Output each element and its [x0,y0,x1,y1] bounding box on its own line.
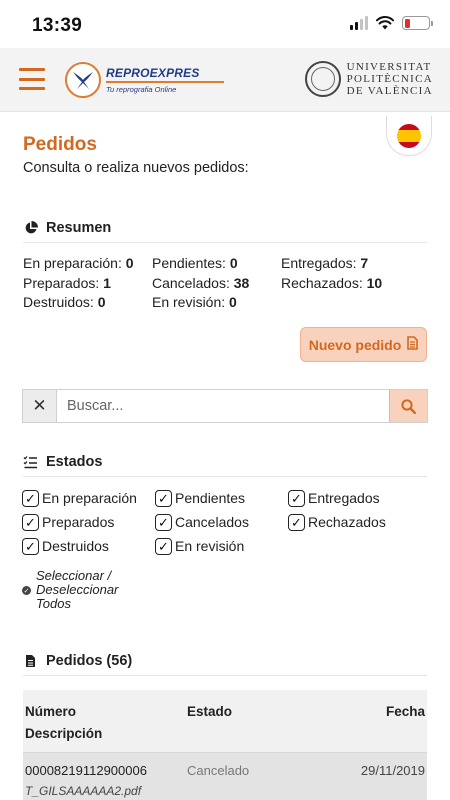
state-checkbox-rechazados[interactable]: ✓ Rechazados [288,513,428,531]
checkbox-checked-icon: ✓ [22,537,39,555]
state-checkbox-en-revision[interactable]: ✓ En revisión [155,537,288,555]
language-button[interactable] [386,116,432,156]
status-icons [350,16,433,30]
pie-chart-icon [23,221,38,236]
select-all-link[interactable]: ✓ Seleccionar / Deseleccionar Todos [22,569,118,611]
summary-item-rechazados: Rechazados: 10 [281,274,383,291]
document-icon [407,336,419,353]
page-title: Pedidos [23,134,97,155]
column-header-date[interactable]: Fecha [386,704,425,719]
select-all-label: Seleccionar / Deseleccionar Todos [36,568,119,611]
brand-tagline: Tu reprografia Online [106,85,177,94]
summary-item-en-preparacion: En preparación: 0 [23,255,134,271]
main-content: Pedidos Consulta o realiza nuevos pedido… [0,112,450,800]
checkbox-checked-icon: ✓ [22,513,39,531]
states-checkboxes: ✓ En preparación ✓ Pendientes ✓ Entregados … [22,486,428,558]
states-heading-label: Estados [46,454,103,470]
orders-heading: Pedidos (56) [23,653,427,676]
summary-item-preparados: Preparados: 1 [23,274,111,291]
summary-grid: En preparación: 0 Pendientes: 0 Entregad… [23,255,427,314]
order-number: 00008219112900006 [25,763,147,778]
order-state: Cancelado [187,763,250,778]
summary-item-destruidos: Destruidos: 0 [23,294,106,310]
checkbox-checked-icon: ✓ [155,537,172,555]
status-bar: 13:39 [0,0,450,48]
table-row[interactable]: 00008219112900006 Cancelado 29/11/2019 T… [23,752,427,800]
state-checkbox-preparados[interactable]: ✓ Preparados [22,513,155,531]
summary-heading: Resumen [23,220,427,243]
state-checkbox-destruidos[interactable]: ✓ Destruidos [22,537,155,555]
summary-item-cancelados: Cancelados: 38 [152,274,250,291]
brand-name: REPROEXPRES [106,66,200,80]
new-order-button[interactable]: Nuevo pedido [300,327,427,362]
summary-row: En preparación: 0 Pendientes: 0 Entregad… [23,255,427,275]
upv-line-1: UNIVERSITAT [346,61,432,73]
upv-line-3: DE VALÈNCIA [346,85,433,97]
checklist-icon [23,455,38,470]
signal-icon [350,16,368,30]
summary-row: Preparados: 1 Cancelados: 38 Rechazados:… [23,275,427,295]
upv-line-2: POLITÈCNICA [346,73,433,85]
column-header-description[interactable]: Descripción [25,726,102,741]
hamburger-icon[interactable] [19,68,45,90]
battery-icon [402,16,433,30]
search-icon [401,398,416,414]
summary-row: Destruidos: 0 En revisión: 0 [23,294,427,314]
checkbox-checked-icon: ✓ [288,489,305,507]
new-order-label: Nuevo pedido [308,336,402,353]
state-checkbox-en-preparacion[interactable]: ✓ En preparación [22,489,155,507]
summary-item-pendientes: Pendientes: 0 [152,255,238,271]
close-icon[interactable]: ✕ [23,390,57,422]
table-header: Número Estado Fecha Descripción [23,690,427,752]
summary-item-en-revision: En revisión: 0 [152,294,237,310]
checkbox-checked-icon: ✓ [155,489,172,507]
reproexpres-bird-icon [65,62,101,98]
page-subtitle: Consulta o realiza nuevos pedidos: [23,160,249,176]
order-date: 29/11/2019 [360,763,425,778]
search-bar: ✕ [22,389,428,423]
checkbox-checked-icon: ✓ [155,513,172,531]
orders-heading-label: Pedidos (56) [46,653,133,669]
summary-item-entregados: Entregados: 7 [281,255,369,271]
file-icon [23,654,38,669]
column-header-number[interactable]: Número [25,704,76,719]
summary-heading-label: Resumen [46,220,112,236]
state-checkbox-entregados[interactable]: ✓ Entregados [288,489,428,507]
upv-seal-icon [304,61,341,97]
upv-logo: UNIVERSITAT POLITÈCNICA DE VALÈNCIA [304,61,433,97]
state-checkbox-pendientes[interactable]: ✓ Pendientes [155,489,288,507]
wifi-icon [376,16,394,30]
orders-table: Número Estado Fecha Descripción 00008219… [23,690,427,800]
state-checkbox-cancelados[interactable]: ✓ Cancelados [155,513,288,531]
reproexpres-logo[interactable]: REPROEXPRES Tu reprografia Online [65,62,224,98]
checkbox-checked-icon: ✓ [288,513,305,531]
search-input[interactable] [57,390,389,422]
states-heading: Estados [23,454,427,477]
status-time: 13:39 [32,15,83,36]
check-circle-icon: ✓ [22,586,31,595]
search-button[interactable] [389,390,427,422]
checkbox-checked-icon: ✓ [22,489,39,507]
app-header: REPROEXPRES Tu reprografia Online UNIVER… [0,48,450,112]
column-header-state[interactable]: Estado [187,704,232,719]
order-description: T_GILSAAAAAA2.pdf [25,784,142,798]
spain-flag-icon [397,123,421,148]
